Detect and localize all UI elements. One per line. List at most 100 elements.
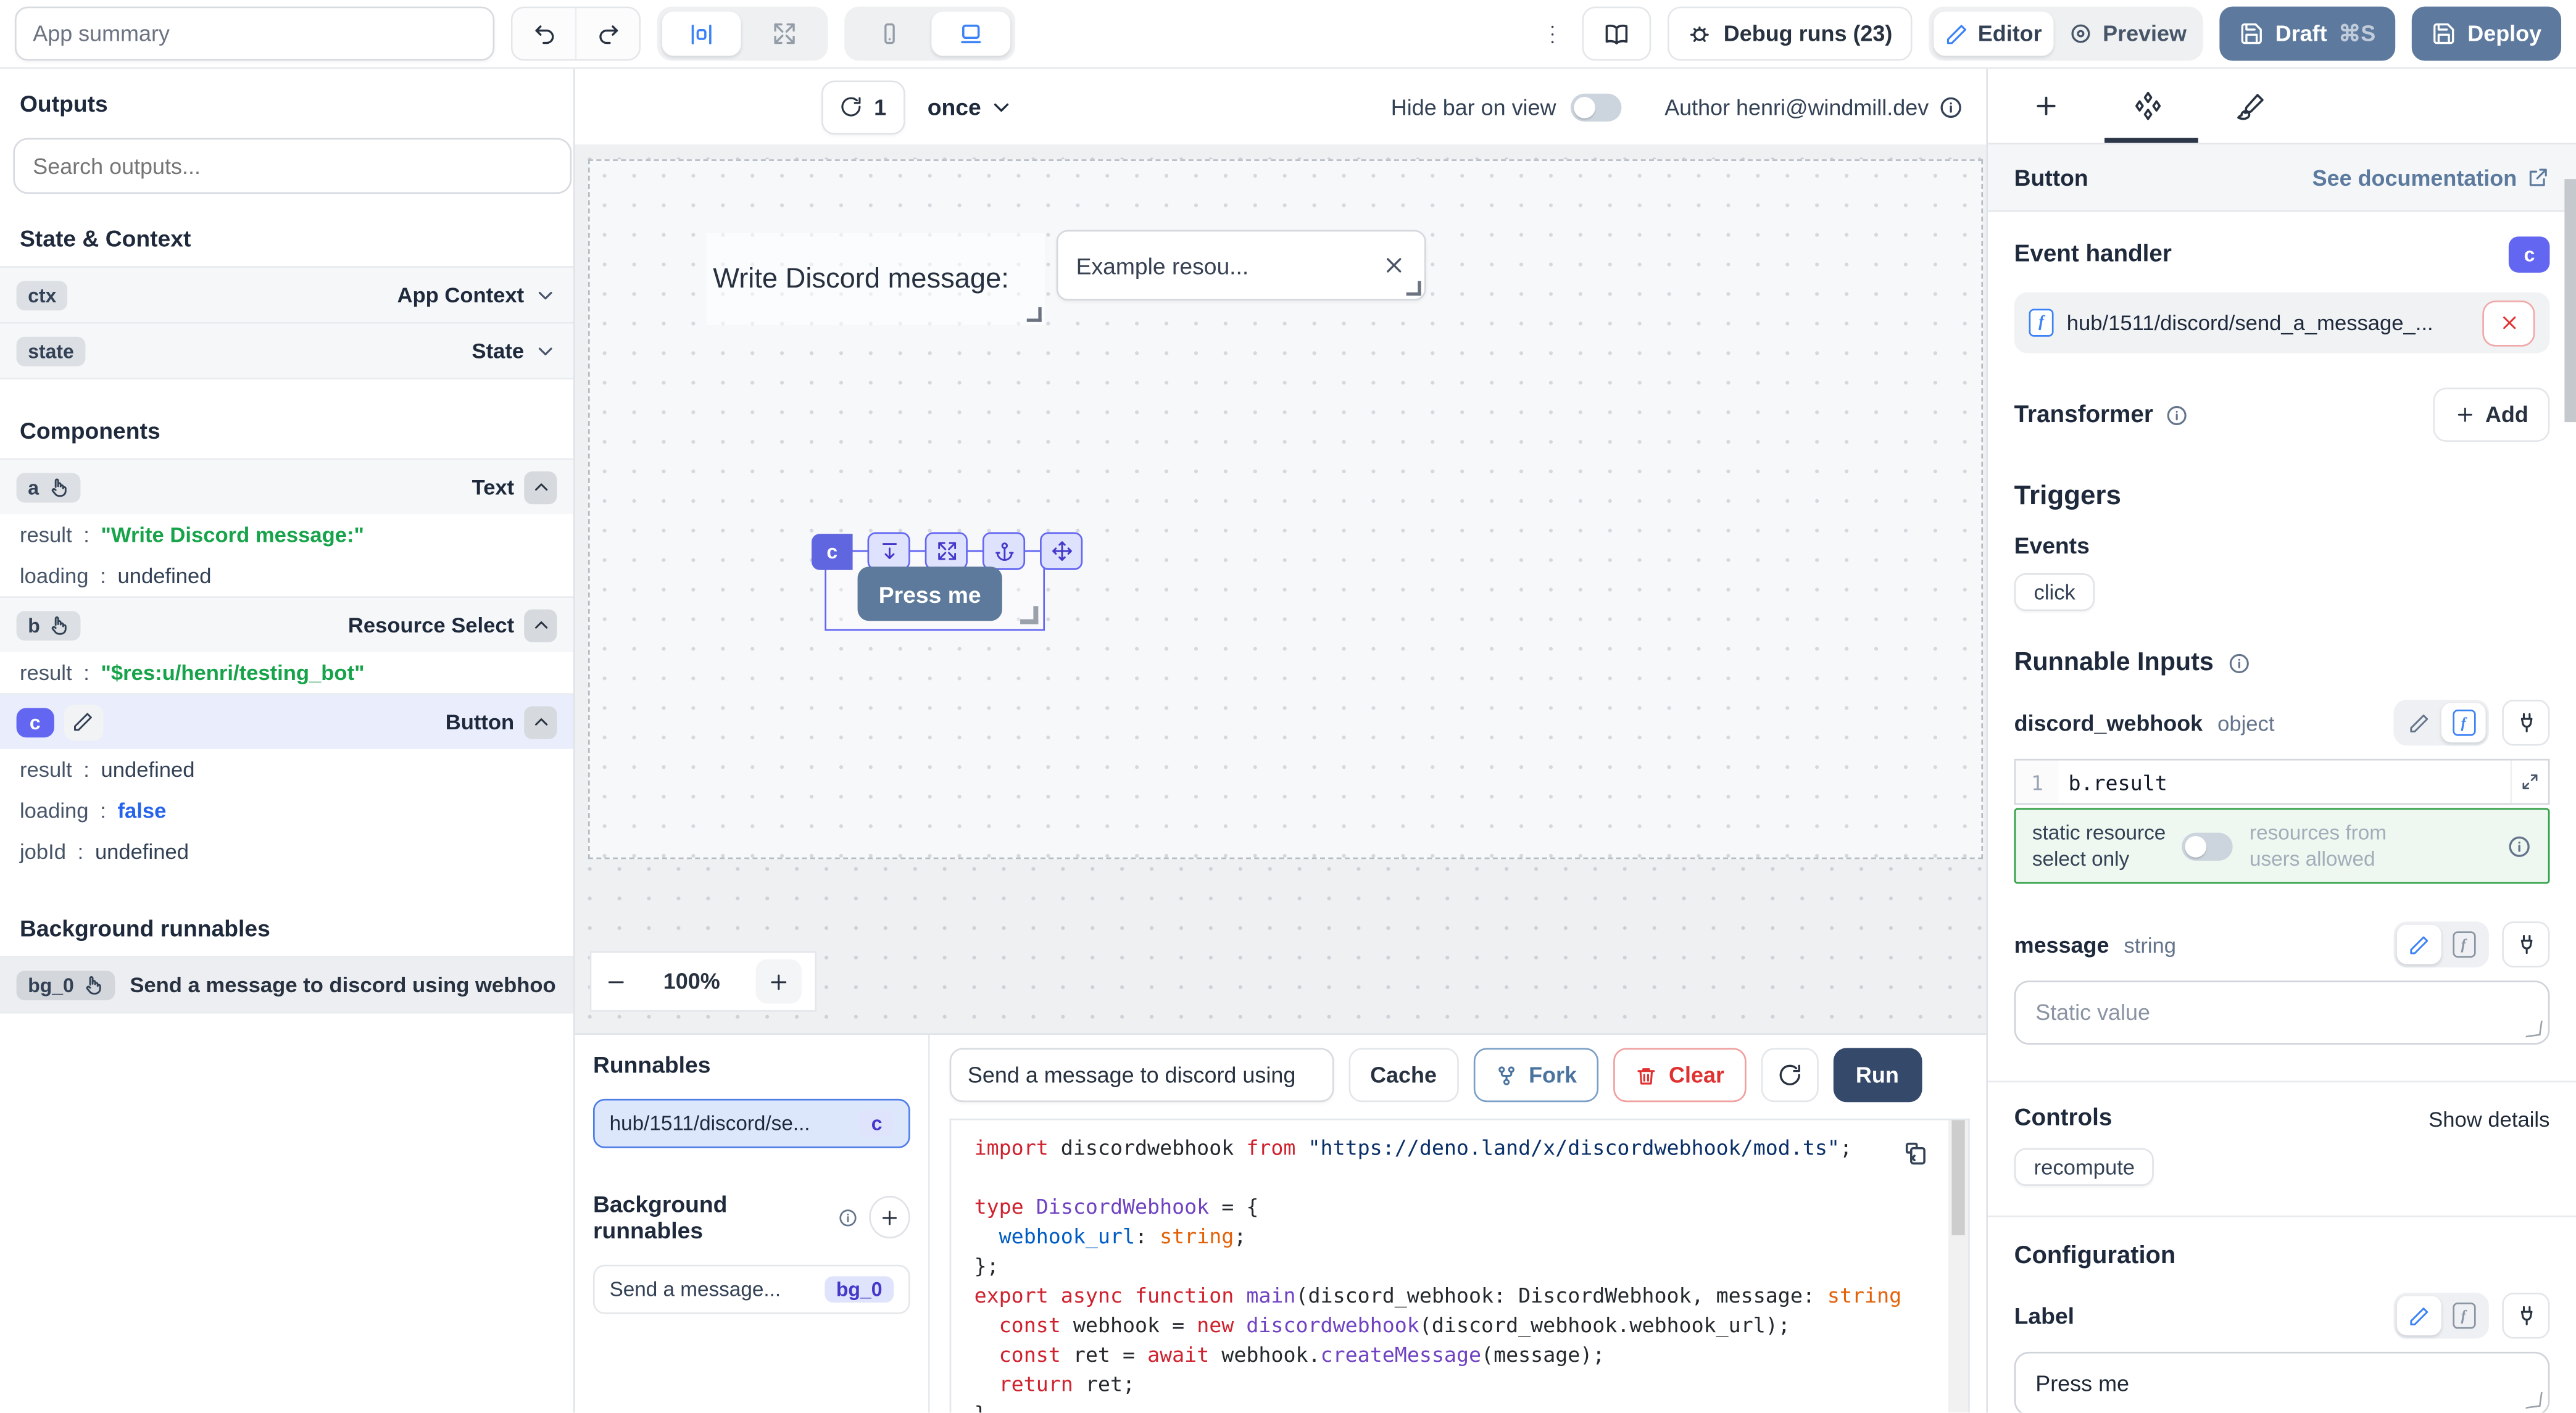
connect-input-button[interactable]: [2502, 921, 2549, 968]
clear-button[interactable]: Clear: [1613, 1048, 1746, 1102]
state-row[interactable]: state State: [0, 322, 573, 379]
resource-select-component[interactable]: Example resou...: [1057, 230, 1426, 300]
collapse-b-button[interactable]: [524, 608, 557, 641]
select-value: Example resou...: [1076, 252, 1249, 279]
input-name: discord_webhook: [2014, 710, 2203, 735]
move-button[interactable]: [1040, 532, 1082, 570]
mobile-toggle[interactable]: [849, 12, 928, 56]
full-width-toggle[interactable]: [744, 12, 823, 56]
code-editor[interactable]: import discordwebhook from "https://deno…: [950, 1119, 1970, 1412]
plug-icon: [2514, 1304, 2537, 1327]
add-bg-runnable-button[interactable]: [870, 1196, 910, 1238]
app-canvas[interactable]: Write Discord message: Example resou... …: [575, 144, 1987, 1033]
ctx-row[interactable]: ctx App Context: [0, 266, 573, 322]
see-documentation-link[interactable]: See documentation: [2312, 165, 2550, 190]
component-a-row[interactable]: a Text: [0, 458, 573, 515]
label-value-input[interactable]: Press me: [2014, 1352, 2550, 1412]
code-scrollbar[interactable]: [1948, 1120, 1968, 1412]
expand-button[interactable]: [925, 532, 968, 570]
connect-input-button[interactable]: [2502, 700, 2549, 746]
zoom-out-button[interactable]: [605, 970, 628, 993]
cache-button[interactable]: Cache: [1349, 1048, 1458, 1102]
selected-component-outline[interactable]: c: [825, 550, 1045, 631]
message-static-input[interactable]: Static value: [2014, 980, 2550, 1045]
resize-grip[interactable]: [2525, 1392, 2542, 1409]
bg-runnable-item[interactable]: Send a message... bg_0: [593, 1265, 910, 1314]
collapse-c-button[interactable]: [524, 705, 557, 738]
resize-handle[interactable]: [1406, 281, 1421, 296]
event-handler-chip[interactable]: f hub/1511/discord/send_a_message_...: [2014, 292, 2550, 353]
component-b-row[interactable]: b Resource Select: [0, 596, 573, 652]
copy-icon[interactable]: [1903, 1142, 1929, 1168]
tab-styling[interactable]: [2236, 69, 2266, 143]
expr-mode-button[interactable]: f: [2441, 925, 2486, 964]
app-summary-input[interactable]: [15, 7, 494, 61]
docs-button[interactable]: [1582, 7, 1652, 61]
active-tab-indicator: [2104, 138, 2198, 143]
resize-grip[interactable]: [2525, 1021, 2542, 1037]
draft-button[interactable]: Draft ⌘S: [2219, 7, 2395, 61]
static-mode-button[interactable]: [2397, 1296, 2441, 1335]
dock-button[interactable]: [868, 532, 910, 570]
resize-handle[interactable]: [1020, 606, 1038, 624]
add-transformer-button[interactable]: Add: [2433, 387, 2550, 442]
desktop-toggle[interactable]: [931, 12, 1010, 56]
component-c-row[interactable]: c Button: [0, 693, 573, 749]
expr-mode-button[interactable]: f: [2441, 1296, 2486, 1335]
doc-link-label: See documentation: [2312, 165, 2517, 190]
clear-icon[interactable]: [1382, 253, 1406, 278]
anchor-button[interactable]: [983, 532, 1025, 570]
expr-mode-button[interactable]: f: [2441, 703, 2486, 742]
handler-path: hub/1511/discord/send_a_message_...: [2067, 310, 2433, 335]
refresh-count-button[interactable]: 1: [821, 80, 904, 134]
schedule-dropdown[interactable]: once: [928, 94, 1014, 120]
tab-preview[interactable]: Preview: [2057, 12, 2198, 56]
eye-icon: [2068, 22, 2093, 46]
debug-runs-button[interactable]: Debug runs (23): [1668, 7, 1912, 61]
text-component[interactable]: Write Discord message:: [707, 233, 1045, 325]
tab-components[interactable]: [2132, 69, 2164, 143]
runnable-name-input[interactable]: [950, 1048, 1334, 1102]
selected-component-badge: c: [2509, 236, 2550, 273]
deploy-button[interactable]: Deploy: [2412, 7, 2561, 61]
line-number: 1: [2016, 761, 2058, 803]
info-icon[interactable]: [1938, 94, 1963, 119]
expr-editor[interactable]: 1 b.result: [2014, 759, 2550, 805]
c-loading-row: loading: false: [0, 790, 573, 831]
run-label: Run: [1856, 1063, 1899, 1087]
zoom-in-button[interactable]: [756, 959, 802, 1004]
triggers-title: Triggers: [2014, 481, 2550, 513]
tab-insert[interactable]: [2032, 69, 2060, 143]
collapse-a-button[interactable]: [524, 471, 557, 503]
hand-pointer-icon: [82, 974, 104, 996]
event-click-chip[interactable]: click: [2014, 573, 2095, 611]
static-mode-button[interactable]: [2397, 703, 2441, 742]
remove-handler-button[interactable]: [2482, 300, 2535, 346]
code-content[interactable]: import discordwebhook from "https://deno…: [974, 1133, 1969, 1413]
hide-bar-toggle[interactable]: [1571, 93, 1622, 120]
expand-editor-button[interactable]: [2511, 761, 2548, 803]
bg0-row[interactable]: bg_0 Send a message to discord using web…: [0, 956, 573, 1013]
search-outputs-input[interactable]: [13, 138, 571, 194]
panel-scrollbar[interactable]: [2564, 143, 2576, 1413]
canvas-artboard[interactable]: Write Discord message: Example resou... …: [588, 159, 1983, 859]
press-me-button[interactable]: Press me: [858, 566, 1002, 621]
edit-component-button[interactable]: [64, 704, 103, 740]
static-resource-toggle[interactable]: [2182, 832, 2233, 860]
static-mode-button[interactable]: [2397, 925, 2441, 964]
reload-button[interactable]: [1761, 1048, 1818, 1102]
center-layout-toggle[interactable]: [662, 12, 741, 56]
resize-handle[interactable]: [1027, 307, 1042, 322]
run-button[interactable]: Run: [1833, 1048, 1922, 1102]
chevron-down-icon[interactable]: [534, 283, 557, 306]
chevron-down-icon[interactable]: [534, 339, 557, 362]
recompute-chip[interactable]: recompute: [2014, 1148, 2154, 1186]
undo-button[interactable]: [513, 8, 575, 59]
fork-button[interactable]: Fork: [1473, 1048, 1598, 1102]
show-details-link[interactable]: Show details: [2429, 1106, 2549, 1131]
runnable-item-selected[interactable]: hub/1511/discord/se... c: [593, 1099, 910, 1148]
tab-editor[interactable]: Editor: [1934, 12, 2053, 56]
more-menu-button[interactable]: [1540, 20, 1566, 47]
connect-input-button[interactable]: [2502, 1293, 2549, 1339]
redo-button[interactable]: [575, 8, 639, 59]
